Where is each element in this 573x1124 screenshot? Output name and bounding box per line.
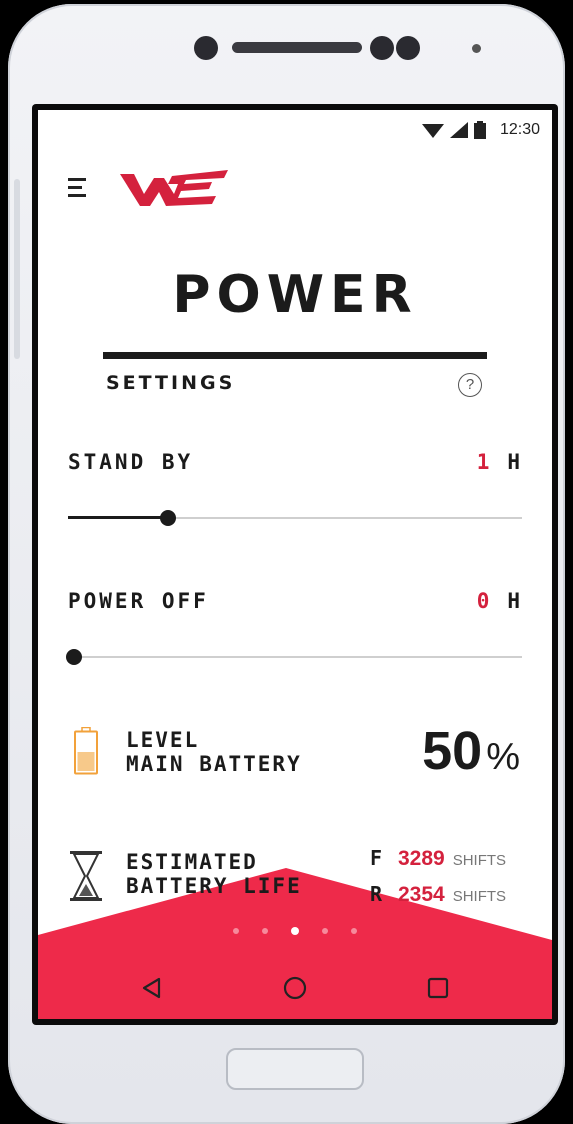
side-button: [14, 179, 20, 359]
battery-percent: 50%: [422, 720, 520, 782]
battery-label-line1: LEVEL: [126, 728, 200, 752]
speaker-grille: [232, 42, 362, 53]
poweroff-label: POWER OFF: [68, 589, 209, 613]
hourglass-icon: [70, 851, 102, 901]
status-time: 12:30: [499, 121, 540, 138]
standby-unit: H: [507, 450, 522, 474]
standby-value: 1H: [477, 450, 522, 474]
wifi-icon: [421, 124, 444, 138]
hardware-home-button[interactable]: [226, 1048, 364, 1090]
front-shifts: F 3289 SHIFTS: [370, 846, 506, 871]
poweroff-unit: H: [507, 589, 522, 613]
battery-icon: [74, 727, 98, 775]
page-dot[interactable]: [322, 928, 328, 934]
battery-percent-value: 50: [422, 721, 483, 781]
poweroff-slider[interactable]: [66, 647, 522, 667]
page-indicator: [38, 927, 552, 935]
navigation-bar: [38, 958, 552, 1019]
page-dot[interactable]: [291, 927, 299, 935]
front-key: F: [370, 846, 383, 870]
battery-label-line2: MAIN BATTERY: [126, 752, 302, 776]
we-logo: [120, 170, 228, 206]
sensor-icon: [370, 36, 394, 60]
estimate-label-line2: BATTERY LIFE: [126, 874, 302, 898]
standby-number: 1: [476, 450, 492, 474]
signal-icon: [449, 122, 468, 138]
battery-percent-unit: %: [486, 736, 520, 778]
rear-value: 2354: [398, 883, 445, 906]
recents-square-icon[interactable]: [420, 970, 456, 1006]
hamburger-icon[interactable]: [68, 178, 92, 200]
poweroff-value: 0H: [477, 589, 522, 613]
rear-key: R: [370, 882, 383, 906]
slider-track: [68, 656, 522, 658]
standby-slider[interactable]: [68, 508, 522, 528]
battery-status-icon: [473, 121, 486, 139]
help-circle-icon[interactable]: ?: [458, 373, 482, 397]
page-dot[interactable]: [233, 928, 239, 934]
proximity-icon: [472, 44, 481, 53]
home-circle-icon[interactable]: [277, 970, 313, 1006]
front-unit: SHIFTS: [452, 852, 507, 869]
back-triangle-icon[interactable]: [134, 970, 170, 1006]
slider-knob[interactable]: [66, 649, 82, 665]
estimate-label: ESTIMATED BATTERY LIFE: [126, 850, 302, 898]
battery-label: LEVEL MAIN BATTERY: [126, 728, 302, 776]
status-bar: 12:30: [421, 119, 540, 141]
estimate-label-line1: ESTIMATED: [126, 850, 258, 874]
page-dot[interactable]: [351, 928, 357, 934]
slider-knob[interactable]: [159, 510, 176, 526]
page-title: POWER: [172, 265, 418, 325]
rear-shifts: R 2354 SHIFTS: [370, 882, 506, 907]
section-label: SETTINGS: [106, 372, 236, 394]
page-dot[interactable]: [262, 928, 268, 934]
title-underline: [103, 352, 487, 359]
camera-icon: [194, 36, 218, 60]
poweroff-number: 0: [476, 589, 492, 613]
rear-unit: SHIFTS: [452, 888, 507, 905]
front-value: 3289: [398, 847, 445, 870]
slider-fill: [68, 516, 168, 519]
app-display: 12:30 POWER SETTINGS ? STAND BY 1H POWER…: [38, 110, 552, 1019]
sensor-icon: [396, 36, 420, 60]
standby-label: STAND BY: [68, 450, 194, 474]
